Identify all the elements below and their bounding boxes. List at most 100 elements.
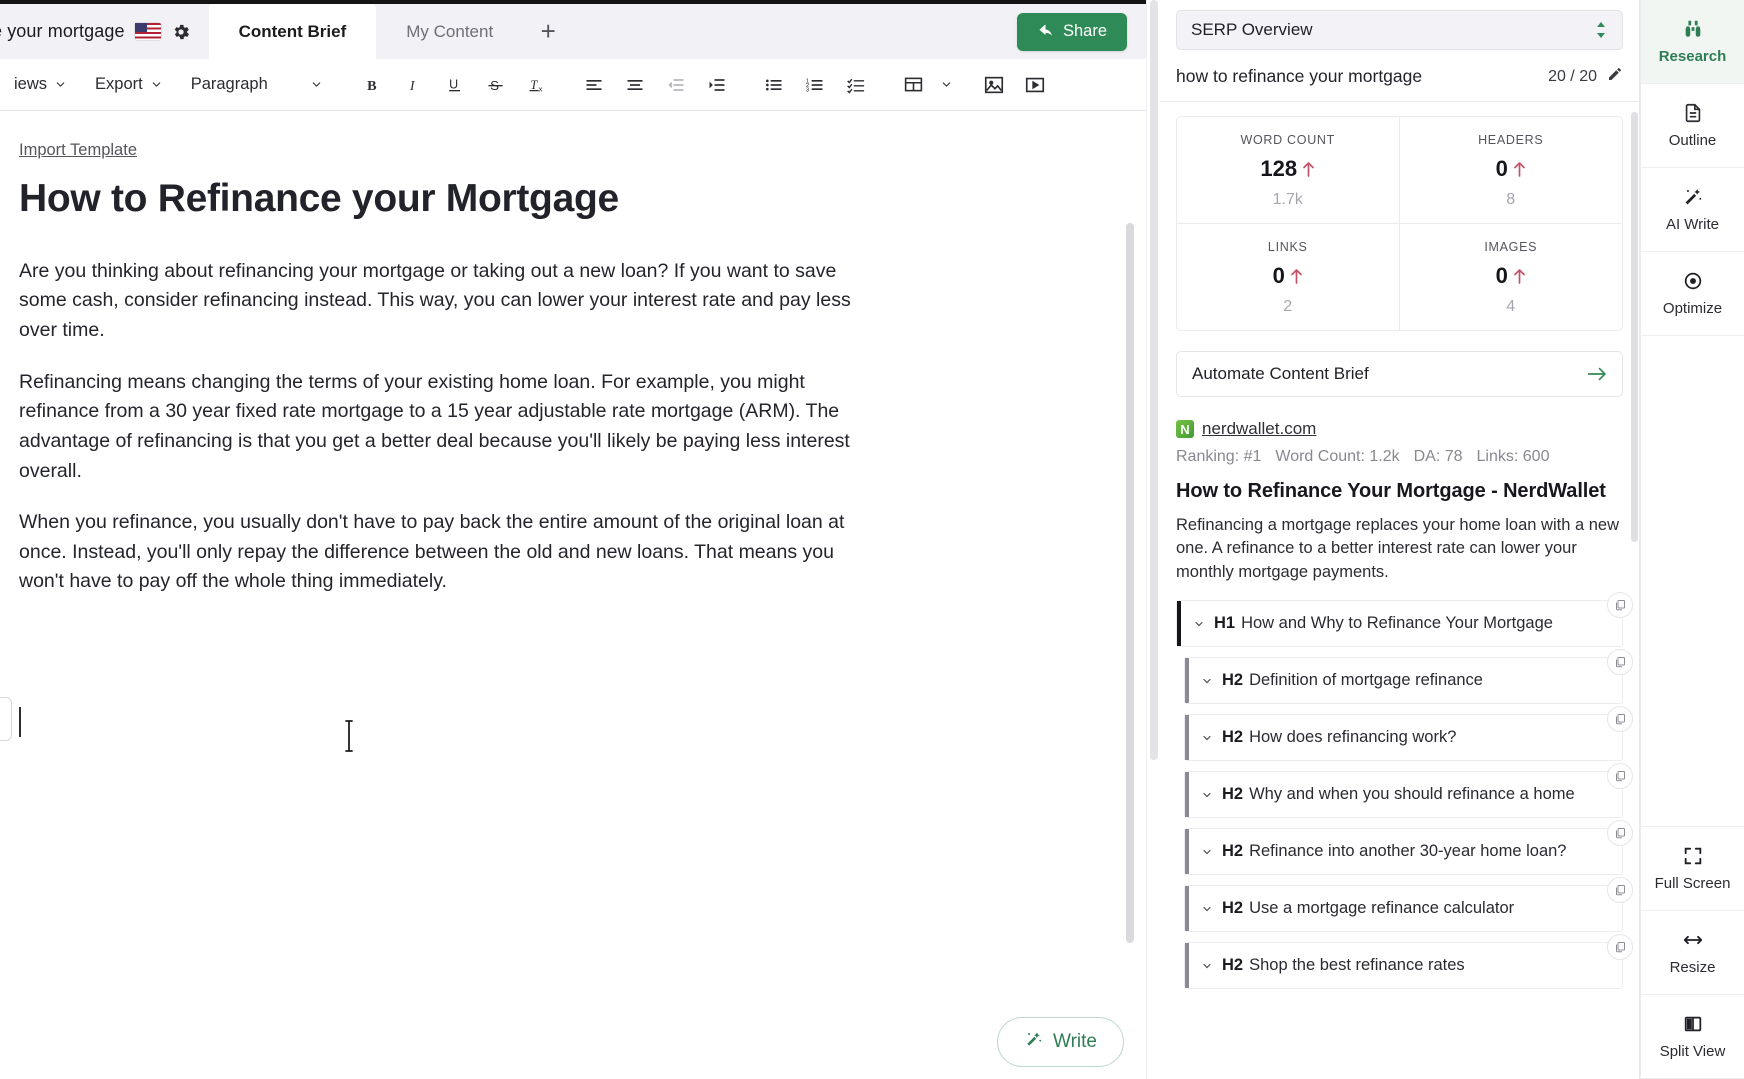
metric-images: IMAGES 0 4 [1400,224,1623,330]
heading-item[interactable]: H2 Use a mortgage refinance calculator [1184,885,1623,932]
heading-item[interactable]: H2 Shop the best refinance rates [1184,942,1623,989]
serp-view-selector[interactable]: SERP Overview [1176,10,1623,50]
panel-resize-gutter[interactable] [1146,0,1160,1079]
copy-icon[interactable] [1607,706,1633,732]
rail-item-full-screen[interactable]: Full Screen [1641,827,1744,911]
video-icon[interactable] [1015,67,1056,103]
editor-scrollbar-thumb[interactable] [1126,223,1134,943]
copy-icon[interactable] [1607,877,1633,903]
chevron-down-icon [310,78,323,91]
copy-icon[interactable] [1607,820,1633,846]
checklist-icon[interactable] [836,67,877,103]
heading-item[interactable]: H2 Refinance into another 30-year home l… [1184,828,1623,875]
alignment-group [574,67,738,103]
copy-icon[interactable] [1607,592,1633,618]
result-title: How to Refinance Your Mortgage - NerdWal… [1176,480,1623,503]
trend-up-icon [1290,268,1303,284]
copy-icon[interactable] [1607,763,1633,789]
paragraph[interactable]: Refinancing means changing the terms of … [19,368,859,487]
list-group: 123 [754,67,877,103]
serp-panel-scrollbar-thumb[interactable] [1631,112,1638,542]
ai-write-button[interactable]: Write [997,1017,1124,1067]
tab-my-content[interactable]: My Content [376,4,523,59]
binoculars-icon [1682,18,1704,40]
heading-text: Use a mortgage refinance calculator [1249,899,1514,918]
document-body[interactable]: Import Template How to Refinance your Mo… [0,111,860,597]
paragraph[interactable]: Are you thinking about refinancing your … [19,257,859,346]
heading-item[interactable]: H2 Definition of mortgage refinance [1184,657,1623,704]
tab-label: Content Brief [239,22,347,42]
metric-value-row: 0 [1406,263,1617,289]
resize-horizontal-icon [1682,929,1704,951]
rail-item-optimize[interactable]: Optimize [1641,252,1744,336]
outdent-icon[interactable] [656,67,697,103]
clear-formatting-icon[interactable]: Tx [517,67,558,103]
text-style-group: B I U S Tx [353,67,558,103]
chevron-down-icon[interactable] [1201,675,1213,687]
table-icon[interactable] [893,67,934,103]
heading-tag: H2 [1222,956,1243,975]
tab-content-brief[interactable]: Content Brief [209,4,377,59]
rail-item-outline[interactable]: Outline [1641,84,1744,168]
align-left-icon[interactable] [574,67,615,103]
tab-bar: e your mortgage Content Brief My Content… [0,4,1146,59]
copy-icon[interactable] [1607,934,1633,960]
ai-write-label: Write [1053,1031,1097,1053]
panel-resize-grip[interactable] [1150,0,1158,760]
chevron-down-icon[interactable] [1201,903,1213,915]
metric-label: IMAGES [1406,240,1617,254]
result-meta: Ranking: #1 Word Count: 1.2k DA: 78 Link… [1176,448,1623,466]
editor-column: e your mortgage Content Brief My Content… [0,0,1146,1079]
paragraph[interactable]: When you refinance, you usually don't ha… [19,508,859,597]
views-dropdown[interactable]: iews [0,59,81,110]
automate-content-brief-button[interactable]: Automate Content Brief [1176,351,1623,397]
document-title: e your mortgage [0,21,125,42]
block-handle[interactable] [0,697,12,741]
bold-icon[interactable]: B [353,67,394,103]
strikethrough-icon[interactable]: S [476,67,517,103]
serp-panel-scrollbar[interactable] [1631,112,1638,1079]
editor-scrollbar[interactable] [1126,223,1134,1079]
paragraph-style-dropdown[interactable]: Paragraph [177,59,337,110]
rail-item-research[interactable]: Research [1641,0,1744,84]
result-domain-row[interactable]: nerdwallet.com [1176,419,1623,439]
svg-text:3: 3 [806,87,809,93]
result-domain-link[interactable]: nerdwallet.com [1202,419,1316,439]
heading-level-bar [1185,943,1189,988]
image-icon[interactable] [974,67,1015,103]
add-tab-button[interactable]: + [523,4,573,59]
underline-icon[interactable]: U [435,67,476,103]
chevron-down-icon[interactable] [1201,732,1213,744]
heading-text: Definition of mortgage refinance [1249,671,1483,690]
share-button[interactable]: Share [1017,13,1127,51]
document-title-group[interactable]: e your mortgage [0,4,209,59]
chevron-down-icon[interactable] [1201,789,1213,801]
heading-text: How does refinancing work? [1249,728,1456,747]
rail-item-resize[interactable]: Resize [1641,911,1744,995]
metrics-grid: WORD COUNT 128 1.7k HEADERS 0 8 LINKS 0 [1176,116,1623,331]
italic-icon[interactable]: I [394,67,435,103]
table-dropdown-chevron-icon[interactable] [934,67,960,103]
copy-icon[interactable] [1607,649,1633,675]
tabbar-spacer [573,4,1017,59]
heading-level-bar [1185,658,1189,703]
export-dropdown[interactable]: Export [81,59,177,110]
export-label: Export [95,75,143,94]
document-scroll-area[interactable]: Import Template How to Refinance your Mo… [0,111,1146,1079]
rail-item-split-view[interactable]: Split View [1641,995,1744,1079]
numbered-list-icon[interactable]: 123 [795,67,836,103]
metric-links: LINKS 0 2 [1177,224,1400,330]
gear-icon[interactable] [171,22,191,42]
chevron-down-icon[interactable] [1201,960,1213,972]
chevron-down-icon[interactable] [1193,618,1205,630]
rail-item-ai-write[interactable]: AI Write [1641,168,1744,252]
bullet-list-icon[interactable] [754,67,795,103]
chevron-down-icon[interactable] [1201,846,1213,858]
heading-item[interactable]: H2 Why and when you should refinance a h… [1184,771,1623,818]
indent-icon[interactable] [697,67,738,103]
pencil-icon[interactable] [1607,66,1623,87]
align-center-icon[interactable] [615,67,656,103]
import-template-link[interactable]: Import Template [19,141,137,160]
heading-item[interactable]: H2 How does refinancing work? [1184,714,1623,761]
heading-item[interactable]: H1 How and Why to Refinance Your Mortgag… [1176,600,1623,647]
